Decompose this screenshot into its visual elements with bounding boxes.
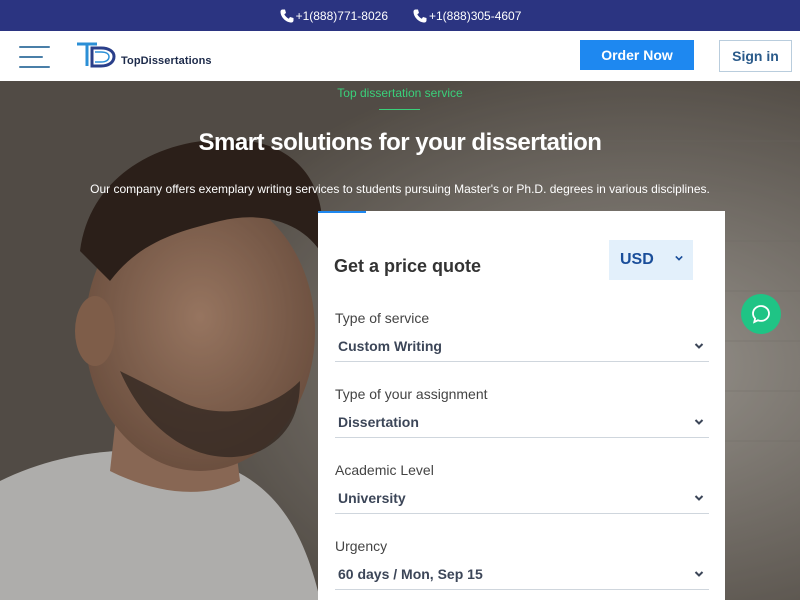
menu-icon[interactable] <box>19 46 51 68</box>
quote-title: Get a price quote <box>334 256 482 276</box>
academic-level-select[interactable]: University <box>335 490 709 514</box>
currency-select[interactable]: USD <box>609 240 693 280</box>
chevron-down-icon <box>694 419 704 425</box>
phone-link-2[interactable]: +1(888)305-4607 <box>412 8 521 24</box>
site-header: TopDissertations Order Now Sign in <box>0 31 800 81</box>
chevron-down-icon <box>694 495 704 501</box>
urgency-select[interactable]: 60 days / Mon, Sep 15 <box>335 566 709 590</box>
urgency-field: Urgency 60 days / Mon, Sep 15 <box>335 538 709 590</box>
currency-value: USD <box>620 251 654 268</box>
top-contact-bar: +1(888)771-8026 +1(888)305-4607 <box>0 0 800 31</box>
field-label: Type of your assignment <box>335 386 488 402</box>
field-value: Custom Writing <box>338 338 442 354</box>
logo[interactable]: TopDissertations <box>75 41 212 69</box>
academic-level-field: Academic Level University <box>335 462 709 514</box>
field-value: 60 days / Mon, Sep 15 <box>338 566 483 582</box>
field-label: Urgency <box>335 538 388 554</box>
brand-name: TopDissertations <box>121 55 212 67</box>
service-type-field: Type of service Custom Writing <box>335 310 709 362</box>
field-label: Academic Level <box>335 462 434 478</box>
chevron-down-icon <box>694 571 704 577</box>
chat-icon <box>752 305 770 324</box>
assignment-type-select[interactable]: Dissertation <box>335 414 709 438</box>
hero-section: Top dissertation service Smart solutions… <box>0 81 800 600</box>
phone-link-1[interactable]: +1(888)771-8026 <box>279 8 388 24</box>
order-now-button[interactable]: Order Now <box>580 40 694 70</box>
phone-icon <box>280 9 294 22</box>
phone-number-2: +1(888)305-4607 <box>429 8 522 23</box>
phone-icon <box>413 9 427 22</box>
chat-button[interactable] <box>741 294 781 334</box>
phone-number-1: +1(888)771-8026 <box>295 8 388 23</box>
assignment-type-field: Type of your assignment Dissertation <box>335 386 709 438</box>
sign-in-button[interactable]: Sign in <box>719 40 792 72</box>
field-label: Type of service <box>335 310 430 326</box>
field-value: Dissertation <box>338 414 419 430</box>
chevron-down-icon <box>675 255 683 261</box>
hero-subtitle: Our company offers exemplary writing ser… <box>90 182 710 196</box>
price-quote-card: Get a price quote USD Type of service Cu… <box>318 211 725 600</box>
field-value: University <box>338 490 406 506</box>
eyebrow-divider <box>379 109 420 110</box>
logo-mark-icon <box>77 42 116 68</box>
chevron-down-icon <box>694 343 704 349</box>
card-accent <box>318 211 366 213</box>
hero-title: Smart solutions for your dissertation <box>198 129 602 156</box>
hero-eyebrow: Top dissertation service <box>337 86 463 100</box>
service-type-select[interactable]: Custom Writing <box>335 338 709 362</box>
